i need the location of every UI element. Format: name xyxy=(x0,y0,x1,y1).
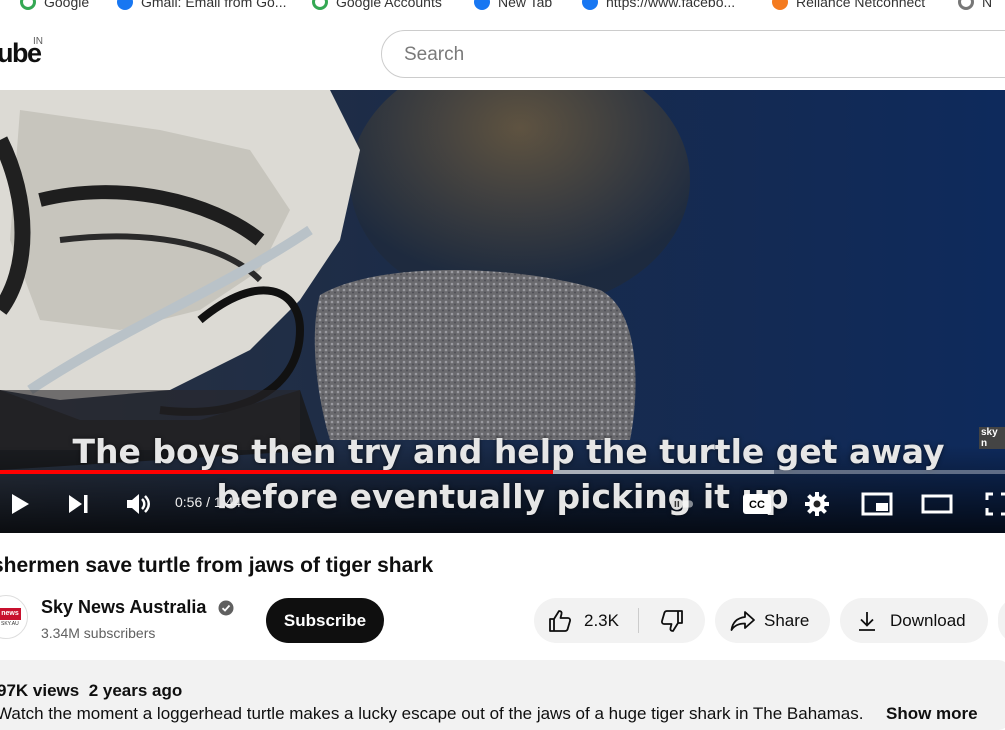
miniplayer-icon xyxy=(861,492,893,516)
bookmark-gmail[interactable]: Gmail: Email from Go... xyxy=(117,0,286,12)
view-stats: 97K views 2 years ago xyxy=(0,681,182,701)
play-icon xyxy=(12,494,29,514)
more-actions-button[interactable] xyxy=(998,598,1005,643)
bookmark-label: https://www.facebo... xyxy=(606,0,736,10)
country-code: IN xyxy=(33,36,43,47)
bookmark-label: Google xyxy=(44,0,90,10)
video-title: shermen save turtle from jaws of tiger s… xyxy=(0,554,434,577)
bookmark-label: Gmail: Email from Go... xyxy=(141,0,287,10)
bookmarks-bar: Google Gmail: Email from Go... Google Ac… xyxy=(0,0,1005,18)
share-button[interactable]: Share xyxy=(715,598,830,643)
verified-icon xyxy=(218,600,234,616)
thumbs-up-icon xyxy=(549,610,572,632)
download-label: Download xyxy=(890,611,966,630)
globe-icon xyxy=(958,0,974,10)
bookmark-google-accounts[interactable]: Google Accounts xyxy=(312,0,442,12)
like-count: 2.3K xyxy=(584,611,619,630)
video-player[interactable]: The boys then try and help the turtle ge… xyxy=(0,90,1005,533)
download-button[interactable]: Download xyxy=(840,598,988,643)
masthead: ube IN xyxy=(0,18,1005,90)
bookmark-label: Google Accounts xyxy=(336,0,442,10)
avatar-badge: news xyxy=(0,608,21,620)
description-text: Watch the moment a loggerhead turtle mak… xyxy=(0,704,864,723)
like-button[interactable]: 2.3K xyxy=(534,598,638,643)
view-count: 97K views xyxy=(0,681,80,700)
miniplayer-button[interactable] xyxy=(860,488,894,520)
captions-button[interactable]: CC xyxy=(741,488,773,520)
cc-icon: CC xyxy=(743,494,771,514)
volume-button[interactable] xyxy=(122,488,154,520)
channel-avatar[interactable]: news SKY.AU xyxy=(0,595,28,639)
channel-watermark: sky n xyxy=(979,427,1005,449)
progress-bar[interactable] xyxy=(0,470,1005,474)
facebook-icon xyxy=(582,0,598,10)
share-label: Share xyxy=(764,611,810,630)
bookmark-facebook[interactable]: https://www.facebo... xyxy=(582,0,735,12)
next-button[interactable] xyxy=(64,488,92,520)
like-dislike-group: 2.3K xyxy=(534,598,705,643)
autoplay-icon xyxy=(670,498,694,510)
bookmark-label: Reliance Netconnect xyxy=(796,0,926,10)
gear-icon xyxy=(805,492,829,516)
dislike-button[interactable] xyxy=(639,598,705,643)
svg-text:CC: CC xyxy=(749,499,765,511)
volume-icon xyxy=(127,494,150,514)
settings-button[interactable] xyxy=(801,488,833,520)
facebook-icon xyxy=(117,0,133,10)
autoplay-toggle[interactable] xyxy=(668,490,696,518)
bookmark-google[interactable]: Google xyxy=(20,0,89,12)
subscriber-count: 3.34M subscribers xyxy=(41,625,156,641)
play-button[interactable] xyxy=(6,488,34,520)
channel-name[interactable]: Sky News Australia xyxy=(41,597,206,618)
fullscreen-icon xyxy=(985,492,1005,516)
theater-icon xyxy=(921,494,953,514)
bookmark-label: N xyxy=(982,0,993,10)
reliance-icon xyxy=(772,0,788,10)
thumbs-down-icon xyxy=(660,609,683,632)
search-box xyxy=(381,30,1005,78)
time-display: 0:56 / 1:44 xyxy=(175,494,242,510)
google-icon xyxy=(20,0,36,10)
bookmark-new-tab[interactable]: New Tab xyxy=(474,0,552,12)
facebook-icon xyxy=(474,0,490,10)
skip-next-icon xyxy=(69,495,88,513)
subscribe-button[interactable]: Subscribe xyxy=(266,598,384,643)
show-more-link[interactable]: Show more xyxy=(886,704,978,724)
fullscreen-button[interactable] xyxy=(982,488,1005,520)
share-icon xyxy=(730,611,755,631)
upload-date: 2 years ago xyxy=(88,681,183,700)
theater-mode-button[interactable] xyxy=(920,488,954,520)
avatar-sub: SKY.AU xyxy=(1,621,19,627)
bookmark-label: New Tab xyxy=(498,0,553,10)
search-input[interactable] xyxy=(402,42,986,68)
google-icon xyxy=(312,0,328,10)
bookmark-extra[interactable]: N xyxy=(958,0,992,12)
bookmark-reliance[interactable]: Reliance Netconnect xyxy=(772,0,925,12)
download-icon xyxy=(859,612,875,631)
caption-line-1: The boys then try and help the turtle ge… xyxy=(72,432,945,471)
played-bar xyxy=(0,470,553,474)
